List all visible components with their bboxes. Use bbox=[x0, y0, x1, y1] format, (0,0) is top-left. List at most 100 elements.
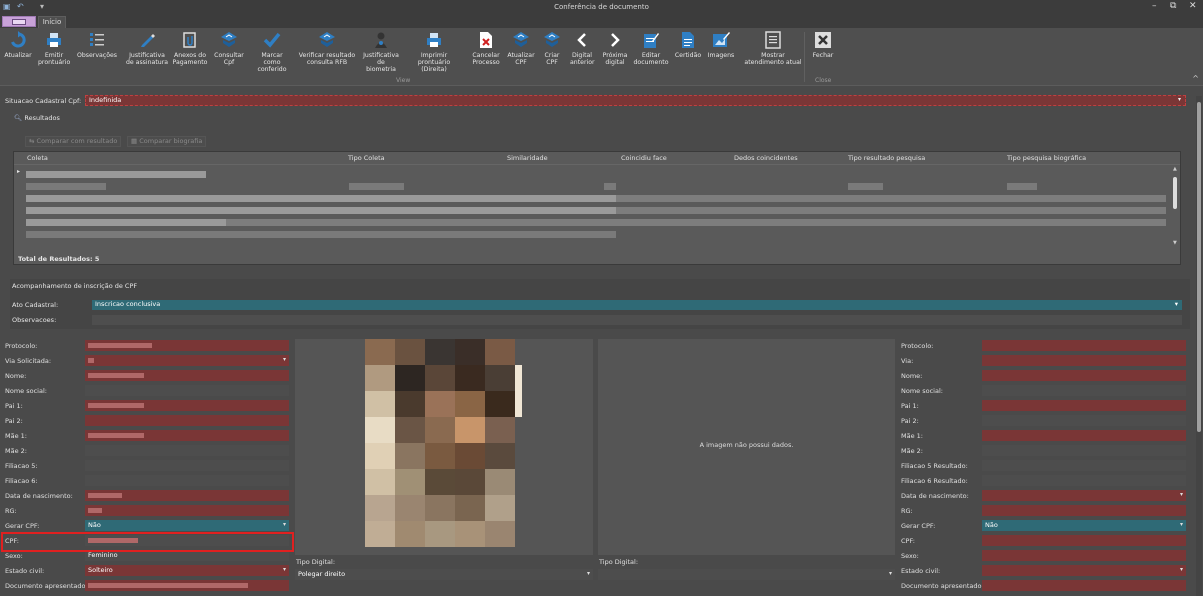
ato-cadastral-label: Ato Cadastral: bbox=[12, 301, 59, 309]
ribbon-button[interactable]: Cancelar Processo bbox=[472, 31, 500, 66]
form-field[interactable] bbox=[85, 370, 289, 381]
ato-cadastral-select[interactable]: Inscricao conclusiva ▾ bbox=[92, 300, 1182, 310]
form-field[interactable] bbox=[85, 505, 289, 516]
ribbon-button[interactable]: Editar documento bbox=[633, 31, 669, 66]
form-field[interactable] bbox=[85, 580, 289, 591]
tipo-digital-select-right[interactable]: ▾ bbox=[598, 569, 895, 580]
column-header[interactable]: Coincidiu face bbox=[621, 154, 667, 162]
results-scrollbar[interactable] bbox=[1173, 177, 1177, 209]
chevron-down-icon[interactable]: ▾ bbox=[283, 520, 286, 530]
column-header[interactable]: Tipo pesquisa biográfica bbox=[1007, 154, 1086, 162]
ribbon-button[interactable]: Fechar bbox=[810, 31, 836, 59]
ribbon-button-label: Justificativa de biometria bbox=[363, 52, 399, 73]
field-value: Feminino bbox=[88, 551, 118, 559]
chevron-down-icon[interactable]: ▾ bbox=[283, 355, 286, 365]
restore-button[interactable]: ⧉ bbox=[1170, 1, 1176, 11]
application-button[interactable] bbox=[2, 16, 36, 27]
form-field[interactable] bbox=[85, 460, 289, 471]
ribbon-button-label: Certidão bbox=[674, 52, 702, 59]
ribbon-button[interactable]: Justificativa de biometria bbox=[362, 31, 400, 73]
results-table[interactable]: Coleta Tipo Coleta Similaridade Coincidi… bbox=[13, 151, 1181, 265]
form-field[interactable]: ▾ bbox=[982, 490, 1186, 501]
ribbon-button[interactable]: Atualizar CPF bbox=[507, 31, 535, 66]
field-value: Não bbox=[985, 521, 998, 529]
form-field[interactable] bbox=[85, 415, 289, 426]
ribbon-button[interactable]: Criar CPF bbox=[541, 31, 563, 66]
form-field[interactable] bbox=[982, 475, 1186, 486]
comparar-biografia-button[interactable]: ▦ Comparar biografia bbox=[127, 136, 207, 147]
column-header[interactable]: Tipo resultado pesquisa bbox=[848, 154, 925, 162]
ribbon-button[interactable]: Certidão bbox=[674, 31, 702, 59]
ribbon-button[interactable]: Anexos do Pagamento bbox=[172, 31, 208, 66]
page-scrollbar-thumb[interactable] bbox=[1197, 102, 1201, 432]
scroll-up-icon[interactable]: ▲ bbox=[1173, 166, 1177, 172]
column-header[interactable]: Similaridade bbox=[507, 154, 548, 162]
form-field[interactable] bbox=[982, 400, 1186, 411]
form-field[interactable] bbox=[982, 445, 1186, 456]
seal-icon bbox=[543, 31, 561, 49]
chevron-down-icon[interactable]: ▾ bbox=[1175, 300, 1178, 309]
ribbon-button[interactable]: Imagens bbox=[707, 31, 735, 59]
column-header[interactable]: Dedos coincidentes bbox=[734, 154, 798, 162]
chevron-down-icon[interactable]: ▾ bbox=[1180, 565, 1183, 575]
form-field[interactable] bbox=[85, 490, 289, 501]
close-button[interactable]: ✕ bbox=[1189, 1, 1197, 11]
form-field[interactable]: ▾ bbox=[982, 565, 1186, 576]
form-field[interactable] bbox=[85, 385, 289, 396]
group-label-close: Close bbox=[815, 77, 832, 84]
situacao-field[interactable]: Indefinida bbox=[85, 95, 1186, 106]
ribbon-button[interactable]: Verificar resultado consulta RFB bbox=[298, 31, 356, 66]
column-header[interactable]: Tipo Coleta bbox=[348, 154, 385, 162]
form-field[interactable] bbox=[982, 385, 1186, 396]
tipo-digital-select[interactable]: Polegar direito ▾ bbox=[295, 569, 593, 580]
tab-inicio[interactable]: Início bbox=[38, 16, 66, 28]
ribbon-button[interactable]: Emitir prontuário bbox=[38, 31, 70, 66]
ribbon-button[interactable]: Digital anterior bbox=[570, 31, 595, 66]
form-field[interactable] bbox=[982, 340, 1186, 351]
form-field[interactable] bbox=[85, 400, 289, 411]
chevron-down-icon[interactable]: ▾ bbox=[587, 569, 590, 579]
title-bar: ▣ ↶ ▾ Conferência de documento – ⧉ ✕ bbox=[0, 0, 1203, 15]
chevron-down-icon[interactable]: ▾ bbox=[1178, 96, 1181, 103]
form-field[interactable] bbox=[982, 505, 1186, 516]
ribbon-button[interactable]: Próxima digital bbox=[602, 31, 628, 66]
form-field[interactable] bbox=[982, 580, 1186, 591]
form-field[interactable] bbox=[982, 460, 1186, 471]
form-field[interactable]: Não ▾ bbox=[85, 520, 289, 531]
form-field[interactable] bbox=[982, 415, 1186, 426]
scroll-down-icon[interactable]: ▼ bbox=[1173, 240, 1177, 246]
table-row[interactable] bbox=[14, 167, 1166, 247]
ribbon-button[interactable]: Justificativa de assinatura bbox=[125, 31, 169, 66]
comparar-resultado-button[interactable]: ⇆ Comparar com resultado bbox=[25, 136, 122, 147]
form-field[interactable]: ▾ bbox=[85, 355, 289, 366]
total-results: Total de Resultados: 5 bbox=[18, 255, 100, 263]
image-pixel bbox=[425, 521, 455, 547]
column-header[interactable]: Coleta bbox=[27, 154, 48, 162]
form-field[interactable] bbox=[85, 430, 289, 441]
form-field[interactable] bbox=[982, 355, 1186, 366]
ribbon-button[interactable]: Mostrar atendimento atual bbox=[744, 31, 802, 66]
collapse-ribbon-icon[interactable]: ^ bbox=[1192, 74, 1199, 83]
chevron-down-icon[interactable]: ▾ bbox=[1180, 520, 1183, 530]
form-field[interactable]: Não ▾ bbox=[982, 520, 1186, 531]
chevron-down-icon[interactable]: ▾ bbox=[889, 569, 892, 579]
ribbon-button[interactable]: Observações bbox=[76, 31, 118, 59]
form-field[interactable] bbox=[85, 340, 289, 351]
form-field[interactable]: Solteiro ▾ bbox=[85, 565, 289, 576]
minimize-button[interactable]: – bbox=[1152, 1, 1157, 11]
form-field[interactable] bbox=[85, 475, 289, 486]
form-field[interactable] bbox=[982, 430, 1186, 441]
ribbon-button[interactable]: Atualizar bbox=[4, 31, 32, 59]
form-field[interactable] bbox=[982, 535, 1186, 546]
ribbon-button[interactable]: Imprimir prontuário (Direita) bbox=[406, 31, 462, 73]
form-field[interactable] bbox=[982, 370, 1186, 381]
ribbon-button[interactable]: Consultar Cpf bbox=[214, 31, 244, 66]
chevron-down-icon[interactable]: ▾ bbox=[1180, 490, 1183, 500]
ribbon-button[interactable]: Marcar como conferido bbox=[252, 31, 292, 73]
page-scrollbar[interactable] bbox=[1196, 96, 1202, 596]
chevron-down-icon[interactable]: ▾ bbox=[283, 565, 286, 575]
form-field[interactable] bbox=[982, 550, 1186, 561]
printer-icon bbox=[425, 31, 443, 49]
observacoes-field[interactable] bbox=[92, 315, 1182, 325]
form-field[interactable] bbox=[85, 445, 289, 456]
